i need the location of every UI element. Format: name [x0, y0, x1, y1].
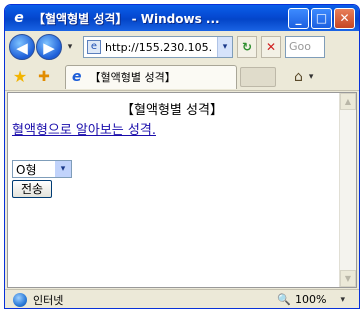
forward-button[interactable]: ▶	[36, 34, 62, 60]
vertical-scrollbar[interactable]: ▲ ▼	[339, 93, 356, 287]
scroll-up-icon[interactable]: ▲	[340, 93, 356, 110]
back-button[interactable]: ◀	[9, 34, 35, 60]
window-controls: _ □ ✕	[288, 8, 355, 29]
chevron-down-icon[interactable]: ▾	[55, 161, 71, 177]
address-dropdown-icon[interactable]: ▾	[217, 37, 232, 57]
ie-logo-icon: e	[14, 10, 24, 26]
new-tab-button[interactable]	[240, 66, 276, 87]
favorites-star-icon[interactable]: ★	[11, 67, 29, 86]
add-favorite-icon[interactable]: ✚	[35, 69, 53, 85]
blood-type-selected-value: O형	[16, 162, 37, 177]
zoom-level[interactable]: 100%	[295, 293, 326, 306]
globe-icon	[13, 292, 27, 307]
zoom-icon[interactable]: 🔍	[277, 293, 291, 306]
status-bar: 인터넷 🔍 100% ▾	[5, 289, 359, 308]
submit-button[interactable]: 전송	[12, 180, 52, 198]
personality-link[interactable]: 혈액형으로 알아보는 성격.	[12, 119, 332, 138]
window-title: 【혈액형별 성격】 - Windows ...	[33, 11, 220, 26]
tab-label: 【혈액형별 성격】	[89, 71, 176, 84]
address-bar[interactable]: e http://155.230.105. ▾	[83, 36, 233, 58]
page-heading: 【혈액형별 성격】	[121, 103, 223, 118]
favorites-bar: ★ ✚ e 【혈액형별 성격】 ⌂ ▾	[5, 63, 359, 91]
recent-pages-dropdown-icon[interactable]: ▾	[63, 42, 77, 52]
page-content: 【혈액형별 성격】 혈액형으로 알아보는 성격. O형 ▾ 전송 ▲ ▼	[7, 92, 357, 288]
home-icon[interactable]: ⌂	[294, 69, 303, 85]
page-icon: e	[87, 40, 101, 54]
search-input[interactable]: Goo	[285, 36, 325, 58]
blood-type-select[interactable]: O형 ▾	[12, 160, 72, 178]
scroll-down-icon[interactable]: ▼	[340, 270, 356, 287]
page-body: 【혈액형별 성격】 혈액형으로 알아보는 성격. O형 ▾ 전송	[12, 97, 332, 198]
zoom-dropdown-icon[interactable]: ▾	[340, 295, 345, 305]
title-bar[interactable]: e 【혈액형별 성격】 - Windows ... _ □ ✕	[5, 5, 359, 31]
maximize-button[interactable]: □	[311, 8, 332, 29]
tab-current-page[interactable]: e 【혈액형별 성격】	[65, 64, 237, 89]
close-button[interactable]: ✕	[334, 8, 355, 29]
stop-button[interactable]: ✕	[261, 36, 281, 58]
ie-logo-icon: e	[72, 69, 82, 85]
minimize-button[interactable]: _	[288, 8, 309, 29]
home-dropdown-icon[interactable]: ▾	[309, 72, 314, 82]
browser-window: e 【혈액형별 성격】 - Windows ... _ □ ✕ ◀ ▶ ▾ e …	[4, 4, 360, 309]
security-zone: 인터넷	[33, 293, 64, 307]
address-url[interactable]: http://155.230.105.	[105, 41, 212, 54]
refresh-button[interactable]: ↻	[237, 36, 257, 58]
navigation-bar: ◀ ▶ ▾ e http://155.230.105. ▾ ↻ ✕ Goo	[5, 31, 359, 63]
